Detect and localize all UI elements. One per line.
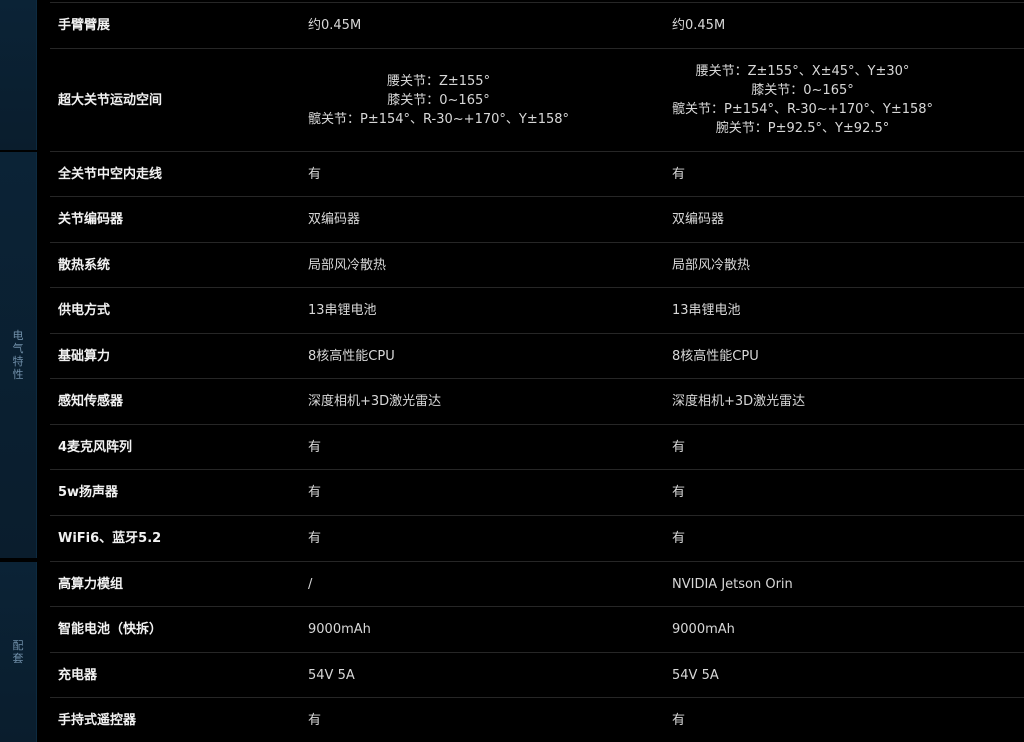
table-row: 充电器 54V 5A 54V 5A [50, 653, 1024, 698]
category-block-accessories: 配 套 [0, 562, 37, 742]
spec-name: 智能电池（快拆） [58, 622, 163, 637]
category-block-top [0, 0, 37, 150]
spec-name: 4麦克风阵列 [58, 439, 133, 455]
spec-value-model-a: 9000mAh [308, 622, 371, 637]
table-row: 手持式遥控器 有 有 [50, 698, 1024, 742]
spec-value-model-b: 有 [672, 166, 686, 182]
spec-value-model-b: 9000mAh [672, 622, 735, 637]
spec-value-model-a: 有 [308, 712, 322, 728]
table-row: 感知传感器 深度相机+3D激光雷达 深度相机+3D激光雷达 [50, 379, 1024, 425]
spec-value-model-a: 54V 5A [308, 667, 355, 683]
table-row: 智能电池（快拆） 9000mAh 9000mAh [50, 607, 1024, 653]
spec-value-model-a: 局部风冷散热 [308, 257, 387, 273]
table-row: 手臂臂展 约0.45M 约0.45M [50, 2, 1024, 49]
spec-value-model-a: 有 [308, 439, 322, 455]
category-char: 性 [12, 368, 24, 381]
table-row: 基础算力 8核高性能CPU 8核高性能CPU [50, 334, 1024, 379]
table-row: 供电方式 13串锂电池 13串锂电池 [50, 288, 1024, 334]
spec-value-model-a: 有 [308, 485, 322, 500]
category-label-accessories: 配 套 [0, 639, 36, 665]
spec-name: 高算力模组 [58, 576, 124, 592]
table-row: 散热系统 局部风冷散热 局部风冷散热 [50, 243, 1024, 288]
spec-name: 充电器 [58, 667, 98, 683]
spec-value-model-a: 8核高性能CPU [308, 348, 395, 364]
spec-value-model-a: / [308, 576, 313, 592]
spec-name: 全关节中空内走线 [58, 166, 163, 182]
category-char: 特 [12, 355, 24, 368]
spec-name: 散热系统 [58, 257, 111, 273]
spec-value-model-a: 有 [308, 166, 322, 182]
table-row: 高算力模组 / NVIDIA Jetson Orin [50, 562, 1024, 607]
table-row: 超大关节运动空间 腰关节：Z±155° 膝关节：0~165° 髋关节：P±154… [50, 49, 1024, 152]
spec-value-line: 腰关节：Z±155°、X±45°、Y±30° [695, 64, 910, 79]
spec-name: 手臂臂展 [58, 18, 111, 33]
spec-value-line: 腕关节：P±92.5°、Y±92.5° [715, 121, 890, 136]
spec-value-model-b: 局部风冷散热 [672, 257, 751, 273]
spec-value-model-b: 有 [672, 439, 686, 455]
spec-value-model-a: 腰关节：Z±155° 膝关节：0~165° 髋关节：P±154°、R-30~+1… [308, 49, 569, 151]
table-row: 4麦克风阵列 有 有 [50, 425, 1024, 470]
spec-value-model-a: 有 [308, 531, 322, 546]
spec-value-line: 膝关节：0~165° [387, 92, 490, 108]
spec-value-model-a: 约0.45M [308, 18, 362, 33]
spec-name: 供电方式 [58, 303, 111, 318]
spec-value-line: 髋关节：P±154°、R-30~+170°、Y±158° [672, 102, 934, 117]
spec-value-model-a: 深度相机+3D激光雷达 [308, 394, 442, 409]
spec-name: 5w扬声器 [58, 485, 119, 500]
spec-name: WiFi6、蓝牙5.2 [58, 531, 162, 546]
spec-value-model-b: 54V 5A [672, 667, 719, 683]
spec-value-model-b: 8核高性能CPU [672, 348, 759, 364]
spec-name: 手持式遥控器 [58, 712, 137, 728]
spec-value-model-b: 13串锂电池 [672, 303, 741, 318]
table-row: WiFi6、蓝牙5.2 有 有 [50, 516, 1024, 562]
table-row: 5w扬声器 有 有 [50, 470, 1024, 516]
spec-value-line: 膝关节：0~165° [751, 83, 854, 98]
category-char: 电 [12, 329, 24, 342]
category-char: 气 [12, 342, 24, 355]
spec-comparison-table: 电 气 特 性 配 套 手臂臂展 约0.45M 约0.45M 超大关节运动空间 … [0, 0, 1024, 742]
spec-value-model-b: NVIDIA Jetson Orin [672, 576, 793, 592]
spec-value-model-b: 有 [672, 531, 686, 546]
spec-value-model-a: 双编码器 [308, 212, 361, 227]
spec-name: 感知传感器 [58, 394, 124, 409]
spec-name: 基础算力 [58, 348, 111, 364]
spec-value-model-b: 有 [672, 485, 686, 500]
spec-value-model-b: 有 [672, 712, 686, 728]
spec-name: 超大关节运动空间 [58, 92, 163, 108]
category-block-electrical: 电 气 特 性 [0, 152, 37, 558]
spec-value-model-b: 约0.45M [672, 18, 726, 33]
category-char: 套 [12, 652, 24, 665]
spec-value-model-b: 腰关节：Z±155°、X±45°、Y±30° 膝关节：0~165° 髋关节：P±… [672, 49, 933, 151]
table-row: 全关节中空内走线 有 有 [50, 152, 1024, 197]
spec-value-model-b: 双编码器 [672, 212, 725, 227]
table-row: 关节编码器 双编码器 双编码器 [50, 197, 1024, 243]
spec-value-model-a: 13串锂电池 [308, 303, 377, 318]
spec-value-line: 腰关节：Z±155° [386, 73, 491, 89]
spec-value-model-b: 深度相机+3D激光雷达 [672, 394, 806, 409]
spec-value-line: 髋关节：P±154°、R-30~+170°、Y±158° [308, 111, 570, 127]
spec-name: 关节编码器 [58, 212, 124, 227]
category-label-electrical: 电 气 特 性 [0, 329, 36, 381]
category-char: 配 [12, 639, 24, 652]
